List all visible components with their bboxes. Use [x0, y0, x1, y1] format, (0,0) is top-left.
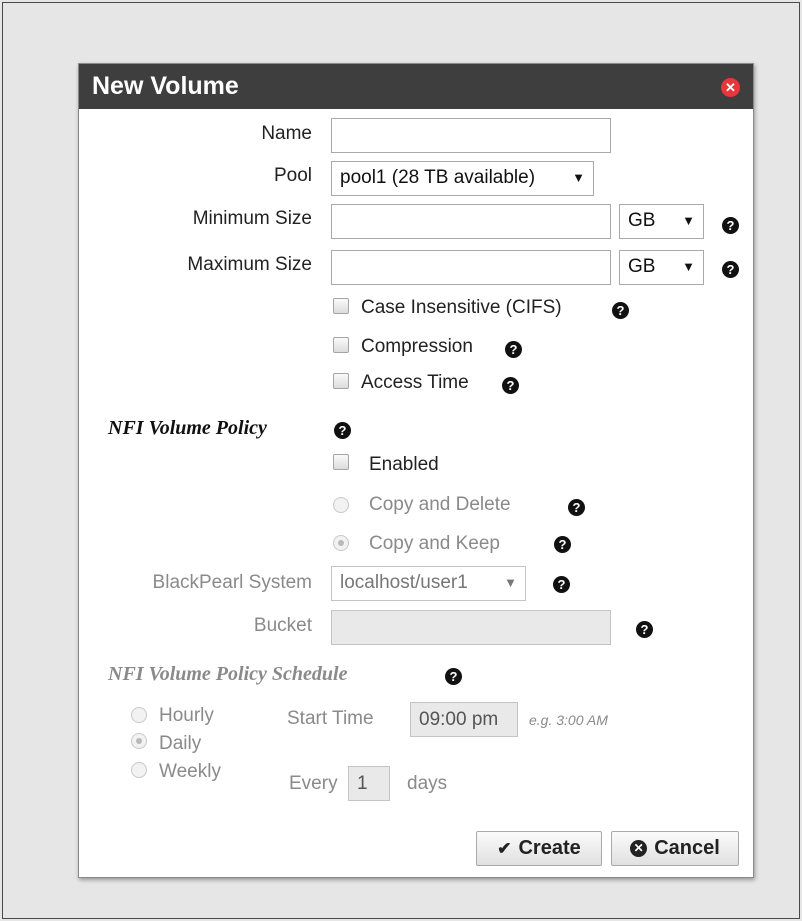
name-input[interactable]	[331, 118, 611, 153]
blackpearl-select[interactable]: localhost/user1 ▼	[331, 566, 526, 601]
start-time-input[interactable]	[410, 702, 518, 737]
create-button-label: Create	[518, 837, 581, 859]
help-icon[interactable]: ?	[722, 217, 739, 234]
help-icon[interactable]: ?	[568, 499, 585, 516]
nfi-policy-heading: NFI Volume Policy	[108, 417, 267, 439]
enabled-checkbox[interactable]	[333, 454, 349, 470]
dialog-title: New Volume	[92, 72, 239, 100]
compression-checkbox[interactable]	[333, 337, 349, 353]
copy-delete-radio[interactable]	[333, 497, 349, 513]
copy-keep-label: Copy and Keep	[369, 533, 500, 554]
every-input[interactable]	[348, 766, 390, 801]
help-icon[interactable]: ?	[334, 422, 351, 439]
close-icon[interactable]: ✕	[721, 78, 740, 97]
help-icon[interactable]: ?	[722, 261, 739, 278]
help-icon[interactable]: ?	[445, 668, 462, 685]
cancel-button-label: Cancel	[654, 837, 720, 859]
enabled-label: Enabled	[369, 454, 439, 475]
daily-label: Daily	[159, 733, 202, 754]
start-time-hint: e.g. 3:00 AM	[529, 712, 608, 728]
help-icon[interactable]: ?	[502, 377, 519, 394]
caret-down-icon: ▼	[504, 575, 517, 590]
compression-label: Compression	[361, 336, 473, 357]
daily-radio[interactable]	[131, 733, 147, 749]
cancel-button[interactable]: ✕ Cancel	[611, 831, 739, 866]
hourly-label: Hourly	[159, 705, 214, 726]
schedule-heading: NFI Volume Policy Schedule	[108, 663, 348, 685]
weekly-label: Weekly	[159, 761, 221, 782]
bucket-label: Bucket	[253, 615, 312, 636]
max-size-unit-select[interactable]: GB ▼	[619, 250, 704, 285]
cancel-circle-x-icon: ✕	[630, 840, 648, 857]
new-volume-dialog: New Volume ✕ Name Pool pool1 (28 TB avai…	[78, 63, 754, 878]
copy-delete-label: Copy and Delete	[369, 494, 511, 515]
every-label: Every	[289, 773, 338, 794]
help-icon[interactable]: ?	[612, 302, 629, 319]
days-label: days	[407, 773, 448, 794]
name-label: Name	[261, 123, 312, 144]
caret-down-icon: ▼	[682, 213, 695, 228]
bucket-input[interactable]	[331, 610, 611, 645]
blackpearl-label: BlackPearl System	[152, 572, 312, 593]
case-insensitive-checkbox[interactable]	[333, 298, 349, 314]
min-size-input[interactable]	[331, 204, 611, 239]
caret-down-icon: ▼	[572, 170, 585, 185]
dialog-titlebar: New Volume ✕	[79, 64, 753, 109]
min-size-unit-select[interactable]: GB ▼	[619, 204, 704, 239]
help-icon[interactable]: ?	[505, 341, 522, 358]
help-icon[interactable]: ?	[554, 536, 571, 553]
blackpearl-value: localhost/user1	[340, 572, 468, 593]
max-size-input[interactable]	[331, 250, 611, 285]
help-icon[interactable]: ?	[553, 576, 570, 593]
hourly-radio[interactable]	[131, 707, 147, 723]
start-time-label: Start Time	[287, 708, 374, 729]
pool-select-value: pool1 (28 TB available)	[340, 167, 536, 188]
min-size-label: Minimum Size	[192, 208, 312, 229]
access-time-label: Access Time	[361, 372, 469, 393]
pool-label: Pool	[273, 165, 312, 186]
case-insensitive-label: Case Insensitive (CIFS)	[361, 297, 562, 318]
pool-select[interactable]: pool1 (28 TB available) ▼	[331, 161, 594, 196]
max-unit-value: GB	[628, 256, 656, 277]
create-button[interactable]: ✔ Create	[476, 831, 602, 866]
caret-down-icon: ▼	[682, 259, 695, 274]
checkmark-icon: ✔	[497, 838, 512, 858]
max-size-label: Maximum Size	[187, 254, 312, 275]
copy-keep-radio[interactable]	[333, 535, 349, 551]
access-time-checkbox[interactable]	[333, 373, 349, 389]
help-icon[interactable]: ?	[636, 621, 653, 638]
weekly-radio[interactable]	[131, 762, 147, 778]
min-unit-value: GB	[628, 210, 656, 231]
